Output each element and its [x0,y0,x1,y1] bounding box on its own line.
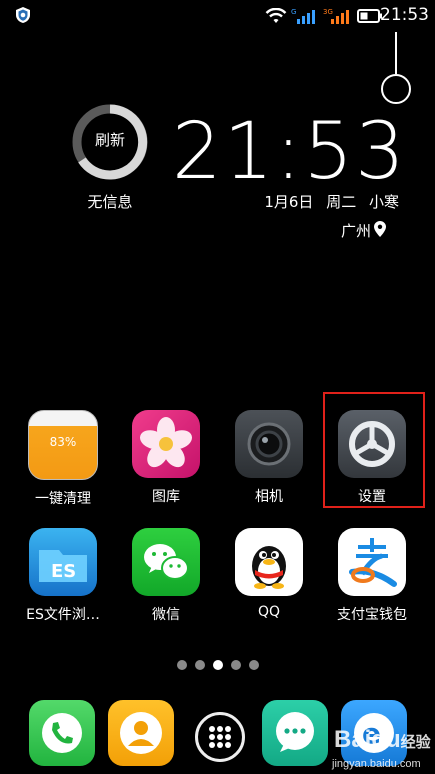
app-qq[interactable]: QQ [221,528,317,620]
wechat-icon [132,528,200,596]
solar-term-text: 小寒 [368,193,399,211]
signal-sim1-icon: G [291,8,315,24]
dock-contacts[interactable] [108,700,174,766]
page-indicator [0,660,435,670]
security-shield-icon [16,7,30,23]
alipay-icon [338,528,406,596]
app-label: ES文件浏… [26,607,100,623]
app-drawer-icon [209,726,231,748]
city-label[interactable]: 广州 [341,220,371,241]
app-label: QQ [257,604,281,620]
app-gallery[interactable]: 图库 [118,410,214,506]
weekday-text: 周二 [326,193,357,211]
app-label: 一键清理 [35,491,91,507]
dock-phone[interactable] [29,700,95,766]
baidu-watermark: Baidu经验 jingyan.baidu.com [332,720,432,774]
page-dot[interactable] [176,660,187,670]
watermark-url: jingyan.baidu.com [332,758,421,770]
settings-highlight-box [323,392,425,508]
cleanup-icon: 83% [28,410,98,480]
date-line: 1月6日 周二 小寒 [256,191,399,212]
app-drawer-button[interactable] [195,712,245,762]
app-alipay[interactable]: 支付宝钱包 [324,528,420,624]
status-time: 21:53 [380,5,429,25]
cleanup-badge: 83% [49,435,77,449]
qq-penguin-icon [235,528,303,596]
phone-icon [42,713,82,753]
dock-messages[interactable] [262,700,328,766]
weather-info-text: 无信息 [87,193,133,211]
svg-text:3G: 3G [323,8,333,16]
pulldown-handle-ring[interactable] [381,74,411,104]
location-pin-icon [374,221,386,237]
app-label: 图库 [152,489,180,505]
es-file-explorer-icon: ES [29,528,97,596]
contacts-icon [120,712,162,754]
svg-text:ES: ES [51,561,76,582]
camera-icon [235,410,303,478]
refresh-label: 刷新 [94,131,125,149]
signal-sim2-icon: 3G [323,8,349,24]
app-label: 相机 [255,489,283,505]
pulldown-handle-line[interactable] [395,32,397,74]
app-camera[interactable]: 相机 [221,410,317,506]
app-label: 微信 [152,607,180,623]
page-dot[interactable] [194,660,205,670]
status-icons: G 3G [265,6,383,26]
messages-icon [276,712,314,752]
weather-refresh-button[interactable]: 刷新 [70,102,150,182]
clock-time[interactable]: 21:53 [172,113,407,191]
app-label: 支付宝钱包 [337,607,407,623]
gallery-flower-icon [132,410,200,478]
status-bar: G 3G 21:53 [0,0,435,32]
svg-text:G: G [291,8,296,16]
page-dot-active[interactable] [212,660,223,670]
date-text: 1月6日 [264,193,314,211]
watermark-logo: Baidu经验 [334,726,431,753]
app-wechat[interactable]: 微信 [118,528,214,624]
wifi-icon [265,8,287,23]
page-dot[interactable] [230,660,241,670]
app-es-file-explorer[interactable]: ES ES文件浏… [15,528,111,624]
app-cleanup[interactable]: 83% 一键清理 [15,410,111,508]
page-dot[interactable] [248,660,259,670]
